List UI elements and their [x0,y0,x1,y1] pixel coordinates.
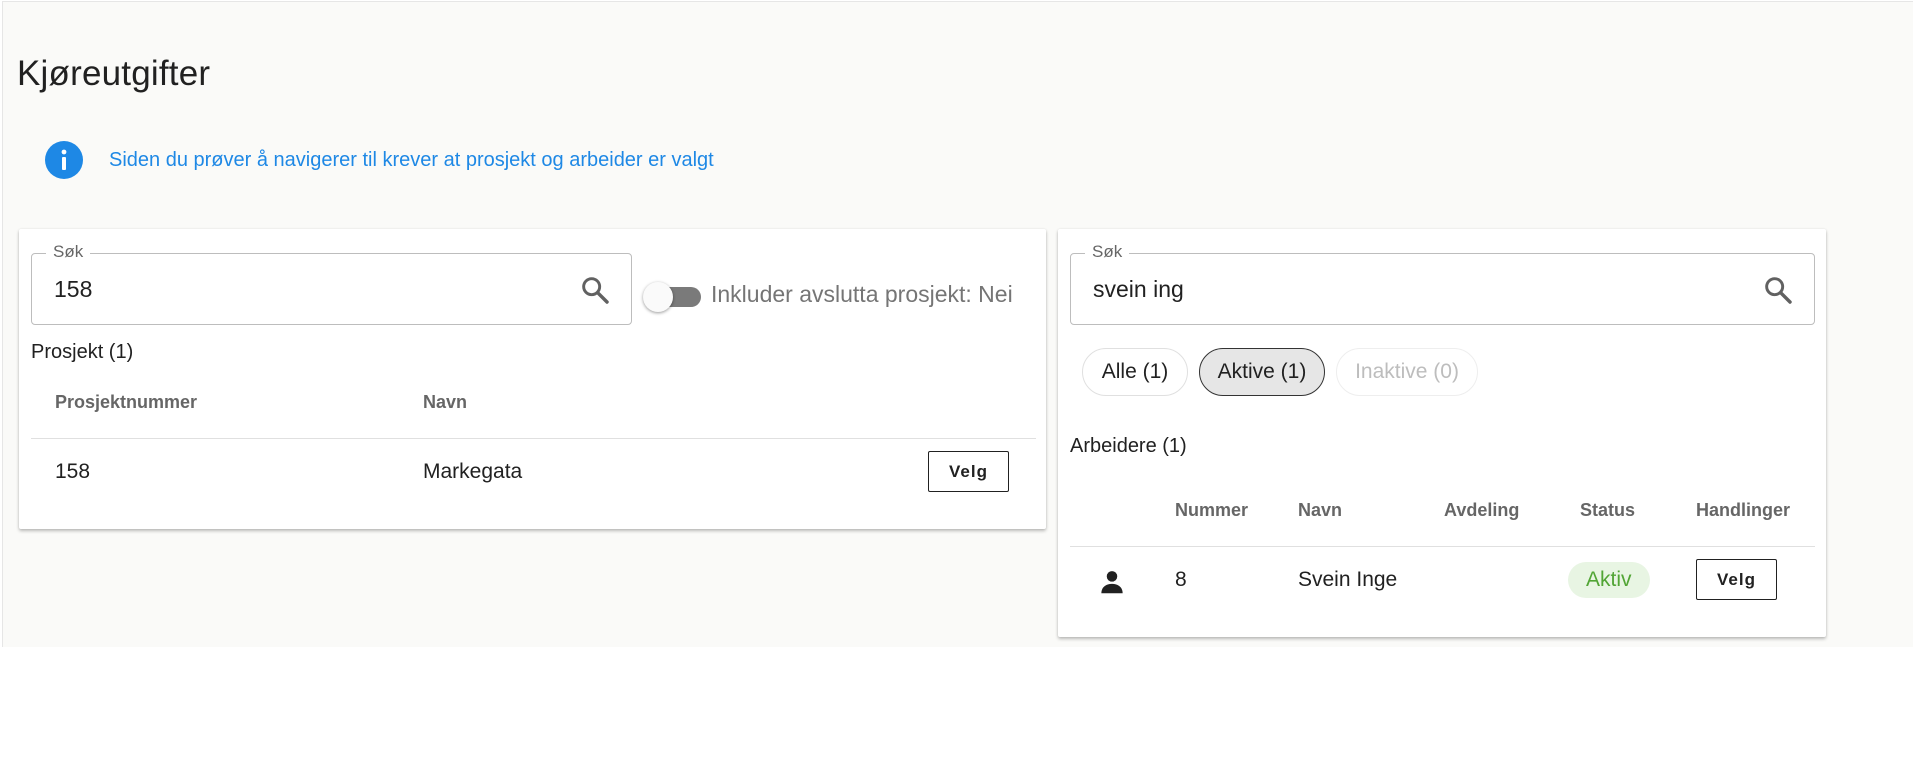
search-icon[interactable] [1762,274,1794,306]
table-header-divider [31,438,1036,439]
page-title: Kjøreutgifter [17,54,211,93]
worker-panel: Søk svein ing Alle (1) Aktive (1) Inakti… [1058,229,1826,637]
info-icon [45,141,83,179]
info-alert: Siden du prøver å navigerer til krever a… [45,141,714,179]
column-header-nummer: Nummer [1175,500,1249,520]
project-number-cell: 158 [55,460,91,483]
worker-name-cell: Svein Inge [1298,568,1398,591]
table-header-divider [1070,546,1815,547]
column-header-navn: Navn [423,392,468,412]
status-badge: Aktiv [1568,562,1650,598]
project-search-field[interactable]: Søk 158 [31,242,632,325]
column-header-status: Status [1580,500,1636,520]
project-section-title: Prosjekt (1) [31,341,134,363]
worker-search-field[interactable]: Søk svein ing [1070,242,1815,325]
project-name-cell: Markegata [423,460,523,483]
page-container: Kjøreutgifter Siden du prøver å navigere… [2,1,1913,647]
worker-search-input[interactable]: svein ing [1093,276,1184,303]
column-header-navn: Navn [1298,500,1343,520]
select-project-button[interactable]: Velg [928,451,1009,492]
worker-number-cell: 8 [1175,568,1187,591]
filter-chip-active[interactable]: Aktive (1) [1199,348,1325,396]
column-header-avdeling: Avdeling [1444,500,1520,520]
filter-chip-all[interactable]: Alle (1) [1082,348,1188,396]
toggle-thumb [643,282,673,312]
column-header-handlinger: Handlinger [1696,500,1791,520]
project-search-legend: Søk [46,242,91,262]
person-icon [1101,571,1123,594]
info-message: Siden du prøver å navigerer til krever a… [109,148,714,171]
project-search-input[interactable]: 158 [54,276,92,303]
select-worker-button[interactable]: Velg [1696,559,1777,600]
search-icon[interactable] [579,274,611,306]
worker-section-title: Arbeidere (1) [1070,435,1187,457]
include-closed-projects-toggle[interactable] [641,279,707,315]
include-closed-projects-label: Inkluder avslutta prosjekt: Nei [711,281,1013,307]
filter-chip-inactive: Inaktive (0) [1336,348,1478,396]
project-panel: Søk 158 Inkluder avslutta prosjekt: Nei … [19,229,1046,529]
worker-search-legend: Søk [1085,242,1130,262]
column-header-prosjektnummer: Prosjektnummer [55,392,198,412]
